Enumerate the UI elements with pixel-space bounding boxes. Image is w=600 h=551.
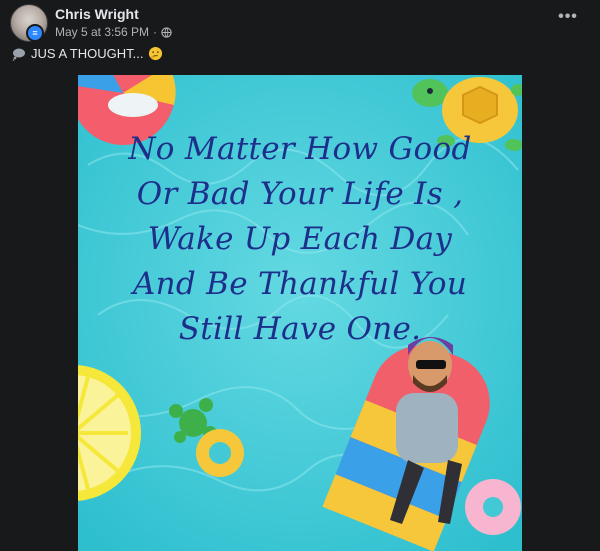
donut-float [465,479,521,535]
quote-line: Wake Up Each Day [147,221,453,257]
quote-text: No Matter How Good Or Bad Your Life Is ,… [78,127,522,352]
quote-line: No Matter How Good [128,131,472,167]
thinking-face-icon [149,46,163,61]
thought-bubble-icon [12,48,25,61]
quote-line: And Be Thankful You [132,266,468,302]
post-image[interactable]: No Matter How Good Or Bad Your Life Is ,… [78,75,522,551]
caption-text: JUS A THOUGHT... [31,46,144,61]
admin-badge-icon: ≡ [26,24,44,42]
author-name[interactable]: Chris Wright [55,6,139,22]
swim-ring [196,429,244,477]
quote-line: Or Bad Your Life Is , [136,176,464,212]
meta-separator: · [153,25,158,39]
post-header: ≡ Chris Wright May 5 at 3:56 PM · ••• [0,0,600,44]
post-caption: JUS A THOUGHT... [12,46,163,61]
post-timestamp[interactable]: May 5 at 3:56 PM [55,25,149,39]
more-options-button[interactable]: ••• [554,8,582,30]
post-meta: May 5 at 3:56 PM · [55,25,172,39]
quote-line: Still Have One. [178,311,422,347]
globe-icon[interactable] [161,26,172,38]
